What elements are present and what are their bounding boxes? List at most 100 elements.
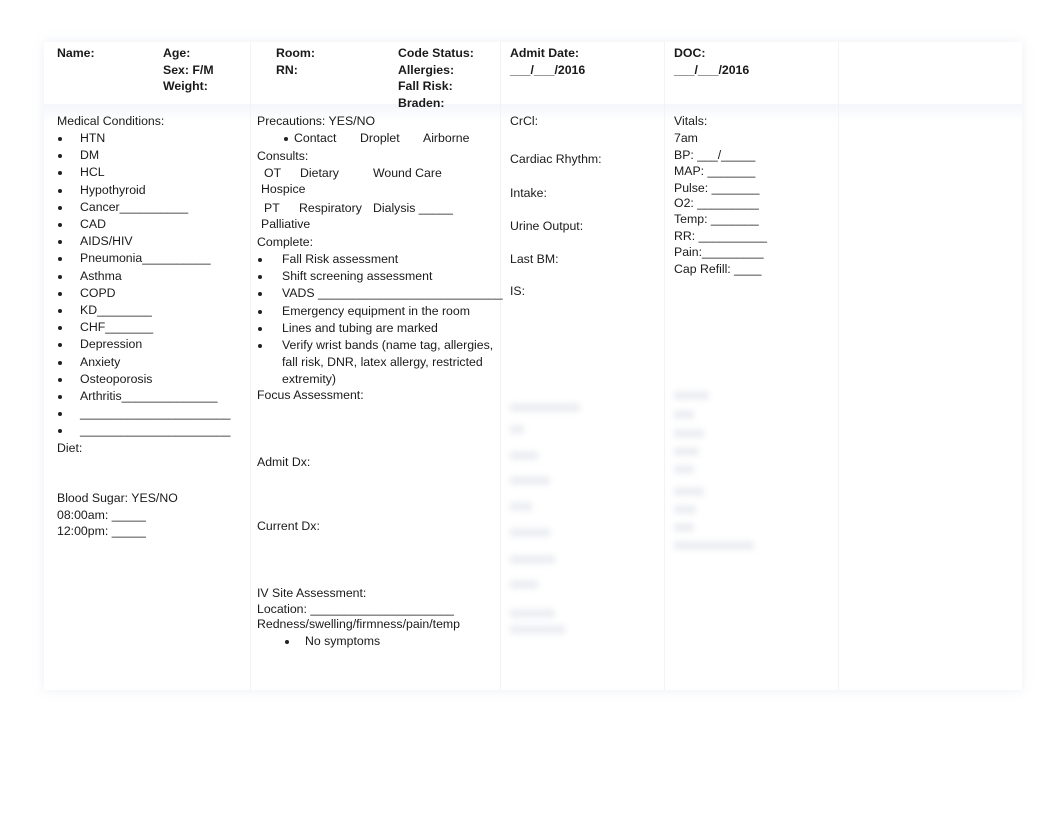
condition-item: AIDS/HIV (80, 234, 133, 249)
assessment-item: Cardiac Rhythm: (510, 152, 602, 166)
admit-date-label: Admit Date: (510, 46, 580, 60)
bullet-icon (58, 274, 62, 279)
admit-dx-label: Admit Dx: (257, 455, 311, 469)
assessment-item: Intake: (510, 186, 547, 200)
complete-item: Fall Risk assessment (282, 252, 399, 266)
blurred-text (510, 502, 532, 511)
vital-item: O2: _________ (674, 196, 759, 210)
consult-ot: OT (264, 166, 282, 180)
fall-risk-label: Fall Risk: (398, 79, 453, 93)
iv-site-heading: IV Site Assessment: (257, 586, 367, 600)
condition-item: CHF_______ (80, 320, 154, 335)
braden-label: Braden: (398, 96, 445, 110)
precautions-heading: Precautions: YES/NO (257, 114, 376, 128)
condition-item: HCL (80, 165, 105, 180)
bullet-icon (58, 360, 62, 365)
precaution-contact: Contact (294, 131, 337, 145)
condition-item: KD________ (80, 303, 152, 317)
complete-item: Lines and tubing are marked (282, 320, 438, 335)
condition-item: Cancer__________ (80, 199, 189, 214)
rn-label: RN: (276, 63, 298, 77)
blurred-text (674, 447, 699, 456)
doc-label: DOC: (674, 46, 706, 60)
complete-item: Emergency equipment in the room (282, 303, 470, 318)
code-status-label: Code Status: (398, 46, 474, 60)
bullet-icon (58, 188, 62, 193)
precaution-airborne: Airborne (423, 131, 470, 145)
bullet-icon (284, 137, 288, 141)
blurred-text (674, 487, 704, 496)
blurred-text (510, 425, 524, 434)
bullet-icon (285, 640, 289, 644)
vital-item: Pulse: _______ (674, 181, 760, 195)
condition-item: COPD (80, 285, 116, 300)
iv-location: Location: _____________________ (257, 602, 454, 616)
blood-sugar-label: Blood Sugar: YES/NO (57, 491, 178, 505)
iv-no-symptoms: No symptoms (305, 634, 381, 648)
bullet-icon (58, 291, 62, 296)
assessment-item: Urine Output: (510, 219, 584, 233)
condition-item: Depression (80, 337, 143, 352)
weight-label: Weight: (163, 79, 208, 93)
blurred-text (510, 476, 550, 485)
precaution-droplet: Droplet (360, 131, 400, 145)
consult-wound-care: Wound Care (373, 166, 442, 180)
assessment-item: CrCl: (510, 114, 539, 128)
condition-item: Arthritis______________ (80, 389, 218, 403)
vital-item: Temp: _______ (674, 212, 759, 226)
blood-sugar-0800: 08:00am: _____ (57, 508, 146, 522)
blurred-text (674, 505, 696, 514)
vital-item: MAP: _______ (674, 164, 756, 178)
room-label: Room: (276, 46, 315, 60)
bullet-icon (58, 223, 62, 227)
consult-hospice: Hospice (261, 182, 306, 196)
blurred-text (510, 403, 580, 412)
allergies-label: Allergies: (398, 63, 455, 77)
current-dx-label: Current Dx: (257, 519, 320, 533)
blurred-text (674, 391, 709, 400)
blurred-text (674, 410, 694, 419)
blurred-text (510, 528, 550, 537)
bullet-icon (58, 137, 62, 141)
bullet-icon (58, 377, 62, 382)
form-page (44, 42, 1022, 690)
blurred-text (510, 555, 555, 564)
medical-conditions-heading: Medical Conditions: (57, 114, 165, 128)
blurred-text (674, 429, 704, 438)
condition-item: Anxiety (80, 354, 121, 369)
consult-dietary: Dietary (300, 166, 339, 180)
condition-item: Pneumonia__________ (80, 251, 211, 266)
blood-sugar-1200: 12:00pm: _____ (57, 524, 146, 538)
consults-heading: Consults: (257, 149, 309, 163)
vital-item: Cap Refill: ____ (674, 262, 762, 276)
complete-item: Shift screening assessment (282, 269, 433, 284)
condition-item: CAD (80, 217, 106, 231)
blurred-text (674, 523, 694, 532)
assessment-item: Last BM: (510, 252, 559, 266)
condition-item: DM (80, 148, 100, 163)
bullet-icon (258, 344, 262, 348)
condition-item: Osteoporosis (80, 371, 153, 386)
consult-respiratory: Respiratory (299, 201, 362, 215)
condition-item: ______________________ (80, 423, 231, 438)
vital-item: BP: ___/_____ (674, 148, 756, 162)
age-label: Age: (163, 46, 191, 60)
vitals-time: 7am (674, 131, 698, 145)
bullet-icon (58, 205, 62, 210)
iv-redness: Redness/swelling/firmness/pain/temp (257, 617, 460, 631)
complete-item: VADS ___________________________ (282, 286, 503, 301)
blurred-text (674, 541, 754, 550)
bullet-icon (258, 258, 262, 262)
column-divider (500, 42, 501, 690)
condition-item: HTN (80, 131, 106, 145)
column-divider (664, 42, 665, 690)
blurred-text (510, 609, 555, 618)
doc-value: ___/___/2016 (674, 63, 750, 77)
admit-date-value: ___/___/2016 (510, 63, 586, 77)
vital-item: Pain:_________ (674, 245, 764, 259)
name-label: Name: (57, 46, 95, 60)
complete-heading: Complete: (257, 235, 314, 249)
consult-pt: PT (264, 201, 280, 215)
blurred-text (510, 580, 538, 589)
complete-item-continued: extremity) (282, 372, 336, 386)
